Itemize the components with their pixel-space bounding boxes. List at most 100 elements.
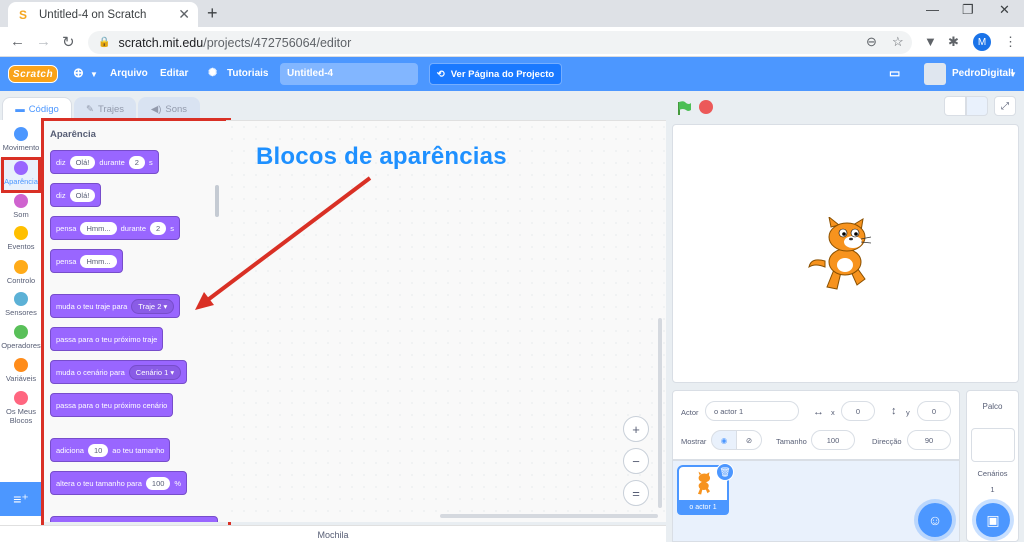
back-icon[interactable]: ← <box>10 33 25 50</box>
lightbulb-icon: ✺ <box>208 67 218 79</box>
browser-tab-title: Untitled-4 on Scratch <box>39 8 147 21</box>
menu-tutorials[interactable]: Tutoriais <box>227 68 268 79</box>
browser-tab-strip: S Untitled-4 on Scratch ✕ + — ❐ ✕ <box>0 0 1024 27</box>
stage-pane-title: Palco <box>982 402 1003 411</box>
zoom-reset-button[interactable]: = <box>623 480 649 506</box>
tab-costumes-label: Trajes <box>97 103 124 115</box>
category-label: Sensores <box>5 308 37 317</box>
tab-sounds-label: Sons <box>165 103 188 115</box>
scratch-menu-bar: Scratch ⊕ ▼ Arquivo Editar ✺ Tutoriais U… <box>0 57 1024 91</box>
script-workspace[interactable] <box>226 120 666 522</box>
delete-sprite-icon[interactable]: 🗑 <box>716 463 734 481</box>
show-visible-icon[interactable]: ◉ <box>711 430 737 450</box>
sensing-dot-icon <box>14 292 28 306</box>
category-label: Operadores <box>1 341 41 350</box>
my-stuff-folder-icon[interactable]: ▭ <box>889 66 900 80</box>
puzzle-icon[interactable]: ✱ <box>948 34 959 50</box>
cat-sprite[interactable] <box>805 217 887 295</box>
close-tab-icon[interactable]: ✕ <box>178 6 190 23</box>
motion-dot-icon <box>14 127 28 141</box>
sound-dot-icon <box>14 194 28 208</box>
category-operators[interactable]: Operadores <box>0 325 42 350</box>
scratch-logo[interactable]: Scratch <box>8 65 58 83</box>
sprite-tile-label: o actor 1 <box>677 500 729 515</box>
category-label: Variáveis <box>5 374 37 383</box>
y-arrows-icon: ↕ <box>891 405 897 417</box>
choose-backdrop-button[interactable]: ▣ <box>976 503 1010 537</box>
palette-highlight-box <box>41 118 231 528</box>
workspace-horizontal-scrollbar[interactable] <box>440 514 658 518</box>
zoom-icon[interactable]: ⊖ <box>866 34 877 50</box>
menu-edit[interactable]: Editar <box>160 68 188 79</box>
choose-sprite-button[interactable]: ☺ <box>918 503 952 537</box>
workspace-vertical-scrollbar[interactable] <box>658 318 662 508</box>
category-motion[interactable]: Movimento <box>0 127 42 152</box>
category-sensing[interactable]: Sensores <box>0 292 42 317</box>
new-tab-button[interactable]: + <box>207 3 218 24</box>
category-variables[interactable]: Variáveis <box>0 358 42 383</box>
see-project-page-button[interactable]: ⟲ Ver Página do Projecto <box>429 63 562 85</box>
forward-icon[interactable]: → <box>36 33 51 50</box>
hide-icon[interactable]: ⊘ <box>736 430 762 450</box>
editor-tabs: ▬ Código ✎ Trajes ◀) Sons <box>0 91 240 121</box>
sprite-info-panel: Actor o actor 1 ↔ x 0 ↕ y 0 Mostrar ◉ ⊘ … <box>672 390 960 460</box>
events-dot-icon <box>14 226 28 240</box>
category-events[interactable]: Eventos <box>0 226 42 251</box>
see-project-page-label: Ver Página do Projecto <box>450 68 555 80</box>
menu-file[interactable]: Arquivo <box>110 68 148 79</box>
category-label: Eventos <box>7 242 35 251</box>
stop-icon[interactable] <box>699 100 713 114</box>
maximize-button[interactable]: ❐ <box>962 2 974 18</box>
green-flag-icon[interactable] <box>676 100 692 116</box>
my-blocks-dot-icon <box>14 391 28 405</box>
close-window-button[interactable]: ✕ <box>999 2 1010 18</box>
normal-stage-button[interactable] <box>966 96 988 116</box>
category-label: Os Meus Blocos <box>5 407 36 425</box>
globe-icon[interactable]: ⊕ <box>73 65 84 81</box>
category-label: Som <box>13 210 29 219</box>
browser-tab[interactable]: S Untitled-4 on Scratch ✕ <box>8 2 198 27</box>
username-label[interactable]: PedroDigitalI <box>952 68 1014 79</box>
profile-avatar[interactable]: M <box>973 33 991 51</box>
user-avatar[interactable] <box>924 63 946 85</box>
small-stage-button[interactable] <box>944 96 966 116</box>
category-my-blocks[interactable]: Os Meus Blocos <box>0 391 42 425</box>
code-icon: ▬ <box>15 104 25 115</box>
category-label: Controlo <box>6 276 36 285</box>
extension-icon[interactable]: ▼ <box>924 34 937 49</box>
x-arrows-icon: ↔ <box>813 406 824 418</box>
category-sound[interactable]: Som <box>0 194 42 219</box>
size-label: Tamanho <box>776 437 807 446</box>
sprite-thumbnail <box>697 471 711 495</box>
chevron-down-icon: ▼ <box>90 70 98 79</box>
zoom-out-button[interactable]: − <box>623 448 649 474</box>
address-bar[interactable]: 🔒 scratch.mit.edu/projects/472756064/edi… <box>88 31 912 54</box>
bookmark-star-icon[interactable]: ☆ <box>892 34 904 50</box>
minimize-button[interactable]: — <box>926 2 939 17</box>
category-control[interactable]: Controlo <box>0 260 42 285</box>
y-position-input[interactable]: 0 <box>917 401 951 421</box>
x-position-input[interactable]: 0 <box>841 401 875 421</box>
user-chevron-icon: ▼ <box>1009 70 1017 79</box>
scratch-favicon-icon: S <box>18 7 27 22</box>
arrows-icon: ⟲ <box>436 68 445 80</box>
backpack-bar[interactable]: Mochila <box>0 525 666 542</box>
stage-canvas[interactable] <box>672 124 1019 383</box>
zoom-in-button[interactable]: + <box>623 416 649 442</box>
backdrop-thumbnail <box>970 428 1015 462</box>
x-label: x <box>831 408 835 417</box>
fullscreen-icon[interactable]: ⤢ <box>994 96 1016 116</box>
category-label: Movimento <box>2 143 40 152</box>
size-input[interactable]: 100 <box>811 430 855 450</box>
cat-add-icon: ☺ <box>927 512 943 528</box>
image-add-icon: ▣ <box>986 511 1000 528</box>
direction-input[interactable]: 90 <box>907 430 951 450</box>
add-extension-button[interactable]: ≡⁺ <box>0 482 42 516</box>
more-icon[interactable]: ⋮ <box>1004 34 1017 50</box>
actor-label: Actor <box>681 408 699 417</box>
project-title-input[interactable]: Untitled-4 <box>280 63 418 85</box>
tab-code-label: Código <box>28 104 59 115</box>
sprite-name-input[interactable]: o actor 1 <box>705 401 799 421</box>
show-label: Mostrar <box>681 437 707 446</box>
reload-icon[interactable]: ↻ <box>62 33 75 51</box>
